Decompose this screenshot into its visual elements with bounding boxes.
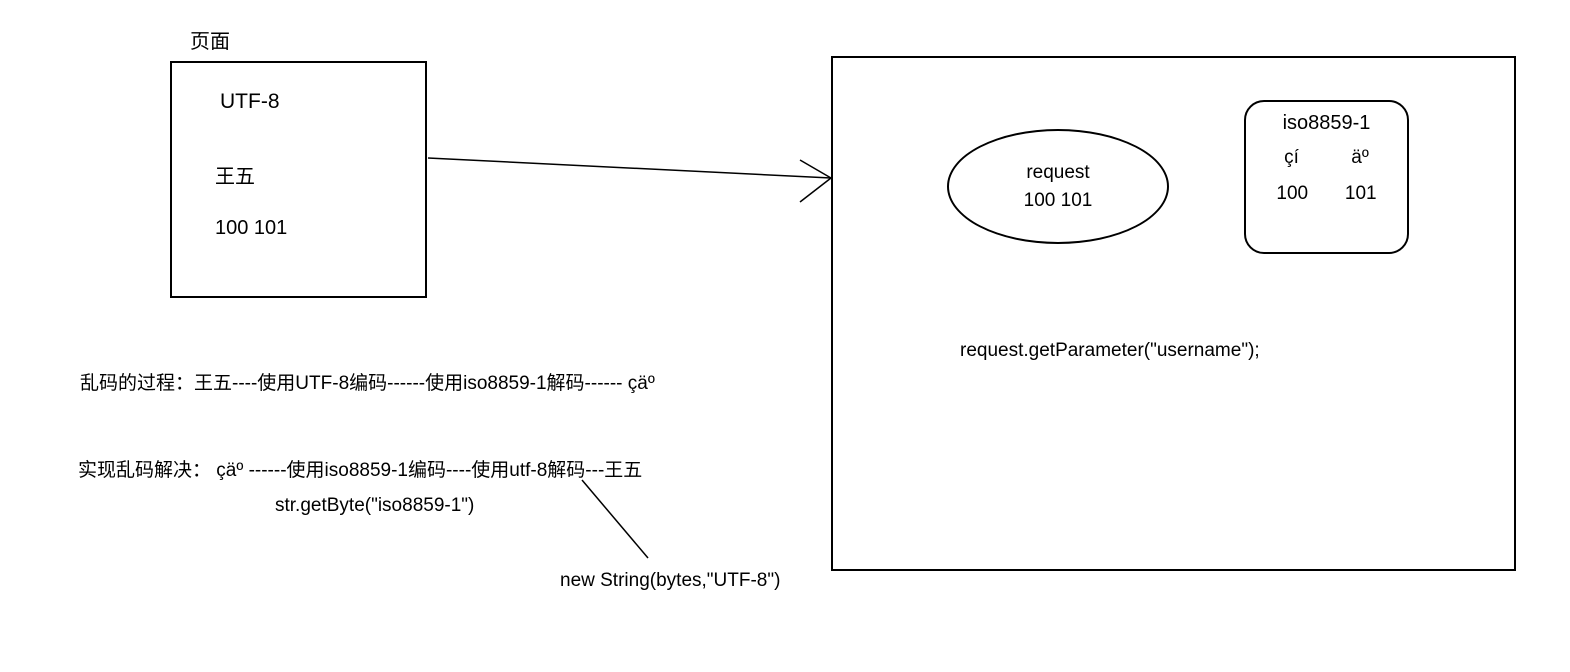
request-bytes: 100 101: [1024, 190, 1093, 212]
server-container-box: [831, 56, 1516, 571]
client-encoding-label: UTF-8: [220, 90, 280, 114]
new-string-call-text: new String(bytes,"UTF-8"): [560, 570, 780, 592]
iso-decoding-box: iso8859-1 çí äº 100 101: [1244, 100, 1409, 254]
iso-code-1: 100: [1276, 183, 1308, 205]
client-page-box: [170, 61, 427, 298]
request-label: request: [1026, 162, 1089, 184]
garbled-process-text: 乱码的过程：王五----使用UTF-8编码------使用iso8859-1解码…: [80, 368, 655, 395]
garbled-solution-text: 实现乱码解决： çäº ------使用iso8859-1编码----使用utf…: [78, 455, 642, 482]
client-name-value: 王五: [215, 160, 255, 189]
page-title-label: 页面: [190, 25, 230, 54]
get-parameter-call: request.getParameter("username");: [960, 340, 1260, 362]
iso-garbled-char-1: çí: [1284, 147, 1299, 169]
getbyte-call-text: str.getByte("iso8859-1"): [275, 495, 474, 517]
iso-garbled-char-2: äº: [1351, 147, 1369, 169]
iso-code-2: 101: [1345, 183, 1377, 205]
client-bytes-value: 100 101: [215, 217, 287, 240]
iso-encoding-label: iso8859-1: [1258, 112, 1395, 135]
request-ellipse: request 100 101: [947, 129, 1169, 244]
